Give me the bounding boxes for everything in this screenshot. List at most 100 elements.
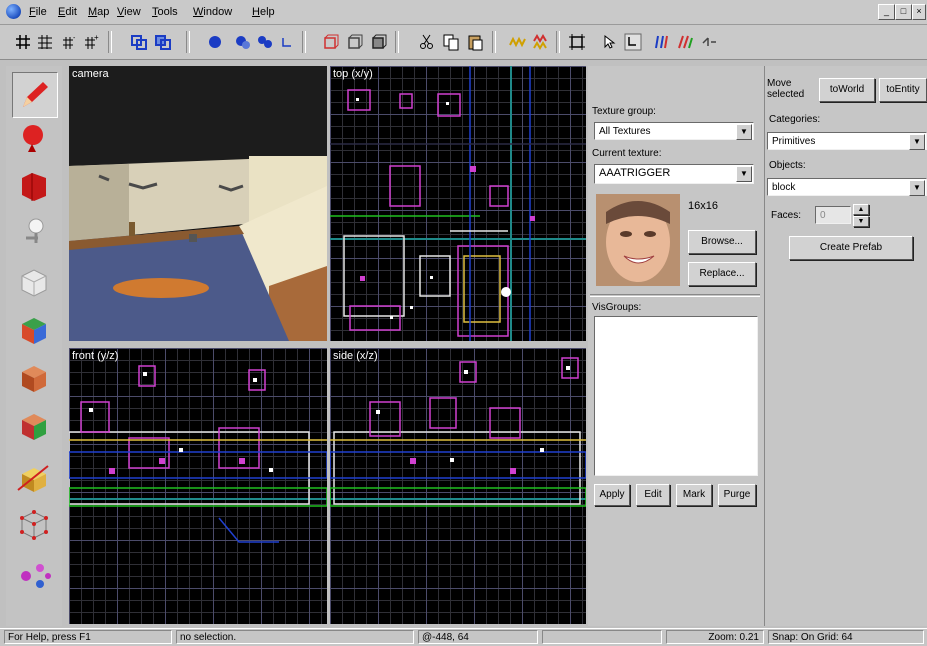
decal-icon[interactable]	[652, 33, 670, 51]
cut-icon[interactable]	[418, 33, 436, 51]
box-solid-icon[interactable]	[370, 33, 388, 51]
top-brushes	[330, 66, 586, 341]
front-viewport-label: front (y/z)	[72, 350, 119, 362]
texture-group-value: All Textures	[599, 126, 651, 137]
copy-icon[interactable]	[442, 33, 460, 51]
texture-alt-icon[interactable]	[532, 33, 550, 51]
selection-tool[interactable]	[12, 72, 58, 118]
visgroups-edit-button[interactable]: Edit	[636, 484, 670, 506]
sphere-icon[interactable]	[206, 33, 224, 51]
close-button[interactable]: ×	[912, 4, 926, 20]
faces-up-arrow-icon[interactable]: ▲	[853, 204, 869, 215]
top-viewport-label: top (x/y)	[333, 68, 373, 80]
menu-file[interactable]: File	[29, 6, 47, 18]
menu-view-label: iew	[124, 6, 141, 18]
decal-tool[interactable]	[12, 404, 56, 448]
camera-tool[interactable]	[12, 164, 56, 208]
camera-viewport-label: camera	[72, 68, 109, 80]
top-viewport[interactable]: top (x/y)	[330, 66, 586, 341]
app-globe-icon[interactable]	[6, 4, 21, 19]
clipping-tool[interactable]	[12, 456, 56, 500]
undo-icon[interactable]	[278, 33, 296, 51]
menu-view[interactable]: View	[117, 6, 141, 18]
grid-toggle-icon[interactable]	[14, 33, 32, 51]
carve-icon[interactable]	[624, 33, 642, 51]
larger-grid-icon[interactable]: +	[82, 33, 100, 51]
status-selection: no selection.	[176, 630, 414, 644]
toolbar-separator	[108, 31, 112, 53]
current-texture-value: AAATRIGGER	[599, 167, 671, 179]
faces-input[interactable]: 0	[815, 206, 851, 224]
current-texture-label: Current texture:	[592, 148, 662, 159]
visgroups-list[interactable]	[594, 316, 758, 476]
magnify-tool[interactable]	[12, 118, 56, 162]
camera-viewport[interactable]: camera	[69, 66, 327, 341]
tools-palette	[6, 66, 62, 626]
side-viewport-label: side (x/z)	[333, 350, 378, 362]
to-world-button[interactable]: toWorld	[819, 78, 875, 102]
visgroups-apply-button[interactable]: Apply	[594, 484, 630, 506]
paste-icon[interactable]	[466, 33, 484, 51]
menu-bar: File Edit Map View Tools Window Help _ □…	[0, 0, 927, 25]
texture-lock-icon[interactable]	[508, 33, 526, 51]
menu-map[interactable]: Map	[88, 6, 109, 18]
categories-select[interactable]: Primitives ▼	[767, 132, 927, 150]
create-prefab-button[interactable]: Create Prefab	[789, 236, 913, 260]
color-tool-icon[interactable]	[676, 33, 694, 51]
box-outline-icon[interactable]	[346, 33, 364, 51]
objects-select[interactable]: block ▼	[767, 178, 927, 196]
replace-button[interactable]: Replace...	[688, 262, 756, 286]
browse-button[interactable]: Browse...	[688, 230, 756, 254]
status-zoom: Zoom: 0.21	[666, 630, 764, 644]
entity-pin-icon	[26, 218, 44, 243]
svg-text:-: -	[73, 35, 76, 42]
path-tool[interactable]	[12, 552, 56, 596]
menu-tools[interactable]: Tools	[152, 6, 178, 18]
main-toolbar: - +	[0, 25, 927, 60]
faces-label: Faces:	[771, 210, 802, 221]
magnify-red-icon	[23, 125, 43, 152]
create-prefab-label: Create Prefab	[819, 242, 883, 253]
chevron-down-icon[interactable]: ▼	[909, 180, 925, 196]
front-viewport[interactable]: front (y/z)	[69, 348, 327, 624]
smaller-grid-icon[interactable]: -	[60, 33, 78, 51]
status-empty	[542, 630, 662, 644]
purge-label: Purge	[723, 489, 751, 500]
menu-edit-label: dit	[65, 6, 77, 18]
paste-blue-icon[interactable]	[154, 33, 172, 51]
clip-tool-icon[interactable]	[700, 33, 718, 51]
group-icon[interactable]	[568, 33, 586, 51]
block-tool[interactable]	[12, 260, 56, 304]
visgroups-purge-button[interactable]: Purge	[718, 484, 756, 506]
menu-window[interactable]: Window	[193, 6, 232, 18]
maximize-button[interactable]: □	[895, 4, 912, 20]
chevron-down-icon[interactable]: ▼	[736, 166, 752, 182]
block-white-icon	[21, 269, 47, 297]
menu-edit[interactable]: Edit	[58, 6, 77, 18]
cursor-icon[interactable]	[600, 33, 618, 51]
current-texture-select[interactable]: AAATRIGGER ▼	[594, 164, 754, 184]
faces-down-arrow-icon[interactable]: ▼	[853, 216, 869, 227]
objects-label: Objects:	[769, 160, 806, 171]
entity-tool[interactable]	[12, 212, 56, 256]
entity-group-icon[interactable]	[256, 33, 274, 51]
menu-help[interactable]: Help	[252, 6, 275, 18]
visgroups-mark-button[interactable]: Mark	[676, 484, 712, 506]
pencil-red-icon	[23, 82, 48, 107]
chevron-down-icon[interactable]: ▼	[909, 134, 925, 150]
vertex-manipulation-tool[interactable]	[12, 502, 56, 546]
camera-red-icon	[22, 173, 46, 201]
box-red-icon[interactable]	[322, 33, 340, 51]
texture-preview-image	[596, 194, 680, 286]
grid-3d-icon[interactable]	[36, 33, 54, 51]
side-viewport[interactable]: side (x/z)	[330, 348, 586, 624]
texture-group-select[interactable]: All Textures ▼	[594, 122, 754, 140]
entity-blue-icon[interactable]	[234, 33, 252, 51]
to-entity-button[interactable]: toEntity	[879, 78, 927, 102]
chevron-down-icon[interactable]: ▼	[736, 124, 752, 140]
texture-application-tool[interactable]	[12, 308, 56, 352]
apply-current-texture-tool[interactable]	[12, 356, 56, 400]
front-brushes	[69, 365, 327, 543]
minimize-button[interactable]: _	[878, 4, 895, 20]
copy-blue-icon[interactable]	[130, 33, 148, 51]
